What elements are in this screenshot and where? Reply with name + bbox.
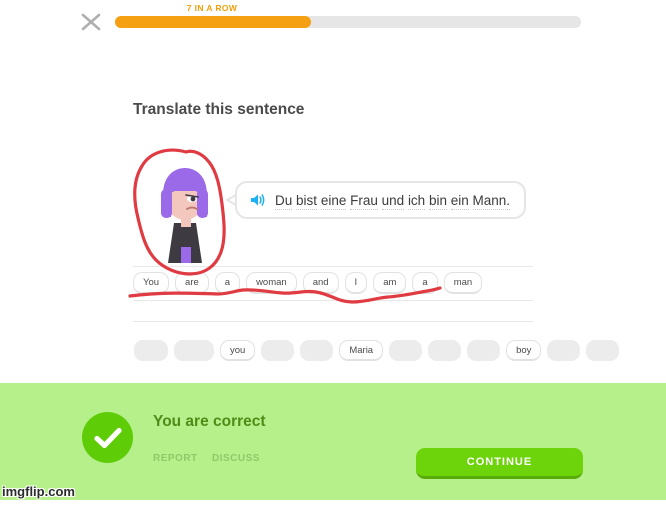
word-bank-tile-empty[interactable] xyxy=(428,340,462,361)
progress-bar-fill xyxy=(115,16,311,28)
answer-tile[interactable]: a xyxy=(412,272,438,294)
word-bank-tile-empty[interactable] xyxy=(174,340,214,361)
answer-tile[interactable]: are xyxy=(175,272,209,294)
continue-button[interactable]: CONTINUE xyxy=(416,448,583,479)
answer-tile[interactable]: I xyxy=(344,272,368,294)
word-bank-row: you Maria boy xyxy=(134,340,620,361)
close-icon[interactable] xyxy=(80,11,102,33)
answer-tile[interactable]: woman xyxy=(246,272,297,294)
page-title: Translate this sentence xyxy=(133,101,305,118)
streak-label: 7 IN A ROW xyxy=(186,3,238,13)
sentence-word[interactable]: Frau xyxy=(350,192,378,210)
word-bank-tile-empty[interactable] xyxy=(586,340,620,361)
word-bank-tile-empty[interactable] xyxy=(261,340,295,361)
word-bank-tile-empty[interactable] xyxy=(300,340,334,361)
character-avatar xyxy=(150,163,220,263)
answer-tiles-row: You are a woman and I am a man xyxy=(133,272,483,294)
answer-tile[interactable]: and xyxy=(302,272,339,294)
top-bar: 7 IN A ROW xyxy=(0,0,666,46)
sentence-word[interactable]: Mann. xyxy=(472,192,511,210)
sentence-word[interactable]: bin xyxy=(428,192,447,210)
sentence-word[interactable]: Du xyxy=(275,192,293,210)
report-link[interactable]: REPORT xyxy=(153,453,198,464)
progress-bar-track xyxy=(115,16,581,28)
word-bank-tile-empty[interactable] xyxy=(134,340,168,361)
word-bank-tile-empty[interactable] xyxy=(467,340,501,361)
answer-line-divider-middle xyxy=(133,300,533,301)
answer-line-divider-bottom xyxy=(133,321,533,322)
answer-tile[interactable]: man xyxy=(443,272,483,294)
sentence-word[interactable]: ich xyxy=(407,192,426,210)
answer-tile[interactable]: a xyxy=(214,272,241,294)
answer-line-divider-top xyxy=(133,266,533,267)
sentence-word[interactable]: bist xyxy=(296,192,318,210)
result-message: You are correct xyxy=(153,413,266,430)
answer-tile[interactable]: am xyxy=(373,272,407,294)
sentence-speech-bubble: Du bist eine Frau und ich bin ein Mann. xyxy=(235,181,527,219)
speaker-volume-icon[interactable] xyxy=(249,192,266,208)
sentence-word[interactable]: ein xyxy=(450,192,469,210)
imgflip-watermark: imgflip.com xyxy=(2,484,75,499)
word-bank-tile-empty[interactable] xyxy=(547,340,581,361)
sentence-word[interactable]: und xyxy=(381,192,405,210)
check-mark-icon xyxy=(82,412,133,463)
word-bank-tile-empty[interactable] xyxy=(389,340,423,361)
sentence-text: Du bist eine Frau und ich bin ein Mann. xyxy=(275,192,511,210)
word-bank-tile[interactable]: Maria xyxy=(339,340,384,361)
word-bank-tile[interactable]: you xyxy=(220,340,256,361)
word-bank-tile[interactable]: boy xyxy=(506,340,542,361)
sentence-word[interactable]: eine xyxy=(320,192,347,210)
discuss-link[interactable]: DISCUSS xyxy=(212,453,260,464)
answer-tile[interactable]: You xyxy=(133,272,170,294)
